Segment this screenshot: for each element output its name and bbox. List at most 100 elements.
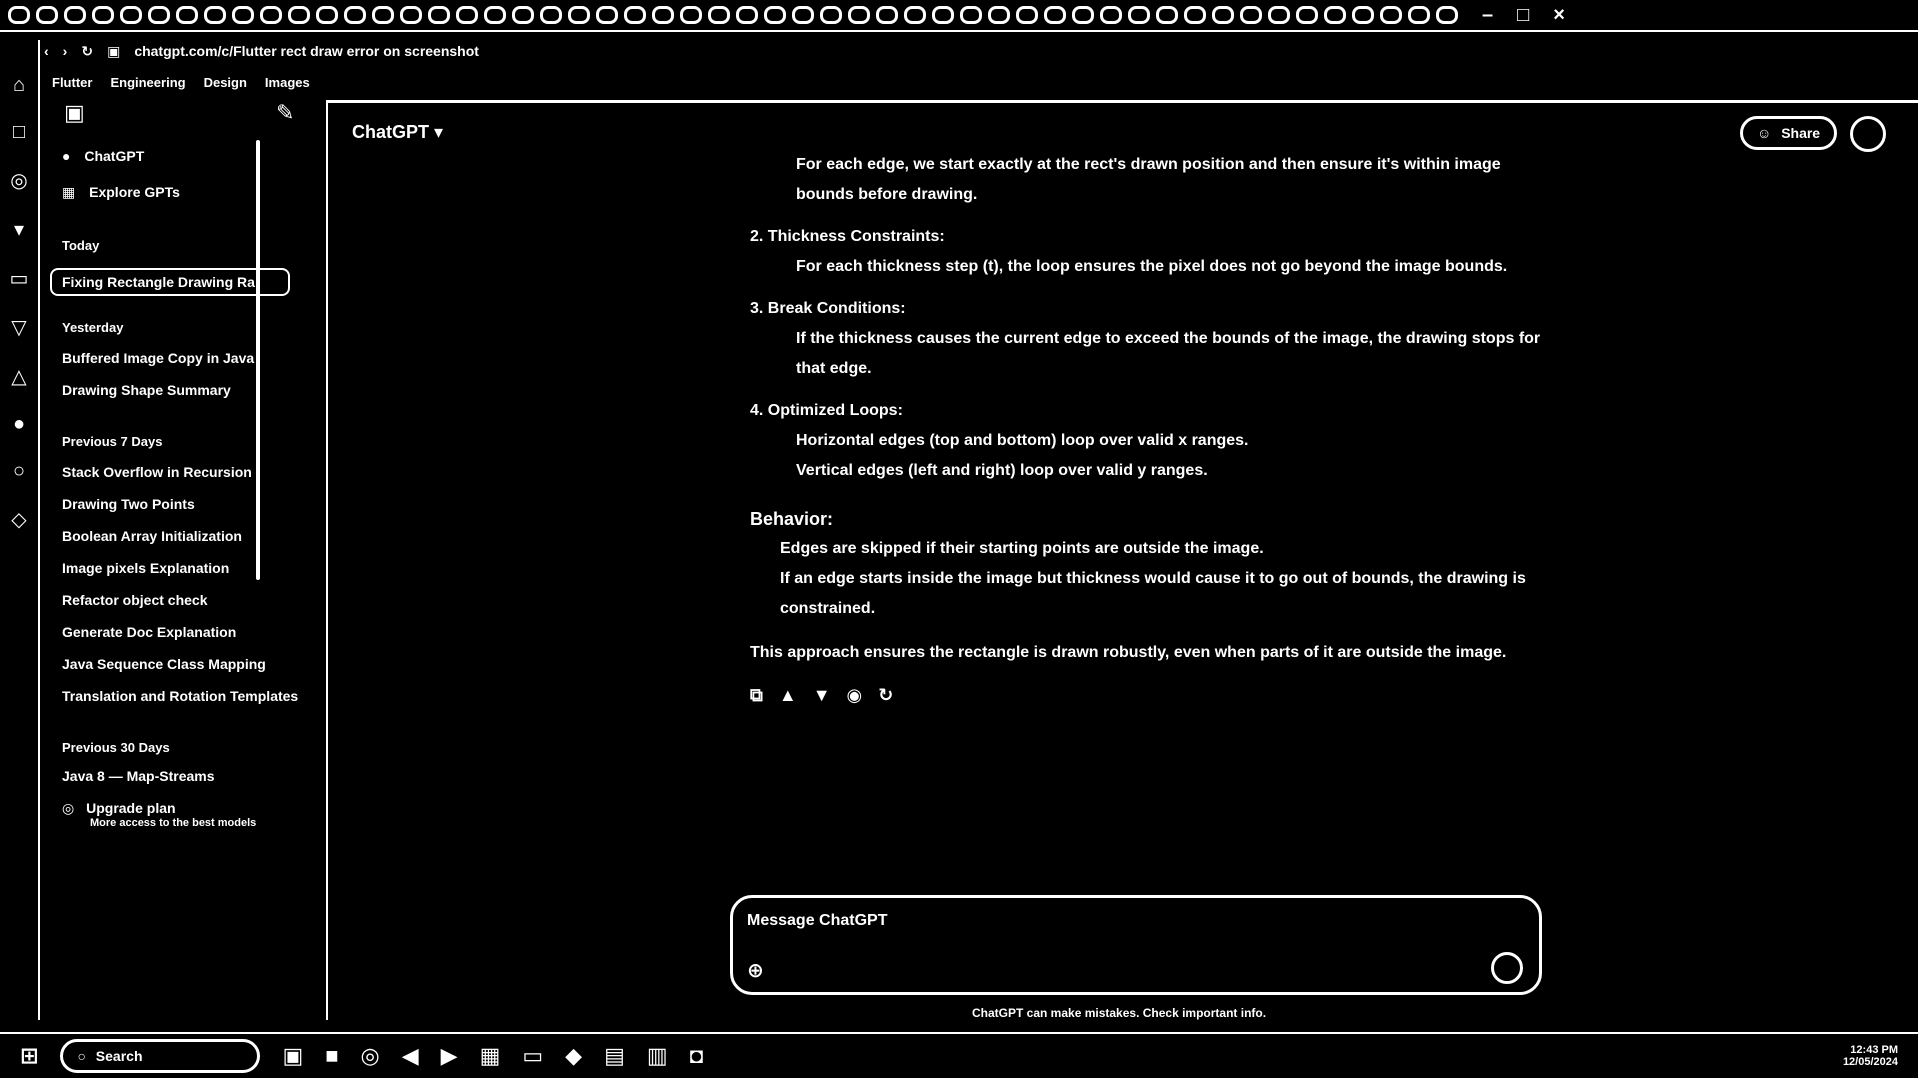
files-icon[interactable]: ■ (325, 1043, 338, 1069)
avatar[interactable] (1850, 116, 1886, 152)
chat-item[interactable]: Boolean Array Initialization (62, 528, 242, 544)
browser-tab[interactable] (848, 6, 870, 24)
chat-item[interactable]: Buffered Image Copy in Java (62, 350, 254, 366)
site-info-icon[interactable]: ▣ (107, 43, 120, 60)
browser-tab[interactable] (1352, 6, 1374, 24)
browser-tab[interactable] (764, 6, 786, 24)
browser-tab[interactable] (876, 6, 898, 24)
browser-tab[interactable] (1100, 6, 1122, 24)
nav-chatgpt[interactable]: ● ChatGPT (62, 148, 144, 164)
bookmark-icon[interactable]: □ (13, 121, 25, 144)
browser-tab[interactable] (8, 6, 30, 24)
browser-tab[interactable] (428, 6, 450, 24)
bookmark-2[interactable]: Design (204, 75, 247, 90)
chat-item[interactable]: Stack Overflow in Recursion (62, 464, 252, 480)
browser-tab[interactable] (596, 6, 618, 24)
share-button[interactable]: ☺ Share (1740, 116, 1838, 150)
browser-tab[interactable] (1156, 6, 1178, 24)
browser-tab[interactable] (176, 6, 198, 24)
browser-tab[interactable] (400, 6, 422, 24)
send-button[interactable] (1491, 952, 1523, 984)
regenerate-icon[interactable]: ↻ (878, 680, 893, 710)
url-text[interactable]: chatgpt.com/c/Flutter rect draw error on… (134, 43, 479, 59)
browser-tab[interactable] (344, 6, 366, 24)
browser-tab[interactable] (1016, 6, 1038, 24)
browser-tab[interactable] (1408, 6, 1430, 24)
task-view-icon[interactable]: ▣ (282, 1043, 303, 1069)
browser-icon[interactable]: ◎ (361, 1043, 380, 1069)
chat-icon[interactable]: ○ (13, 460, 25, 483)
browser-tab[interactable] (1268, 6, 1290, 24)
settings-icon[interactable]: ◇ (11, 507, 26, 532)
mail-icon[interactable]: ▭ (522, 1043, 543, 1069)
chat-app-icon[interactable]: ◘ (690, 1043, 703, 1069)
sidebar-scrollbar[interactable] (256, 140, 260, 580)
browser-tab[interactable] (568, 6, 590, 24)
browser-tab[interactable] (260, 6, 282, 24)
downloads-icon[interactable]: ▾ (14, 217, 24, 242)
browser-tab[interactable] (456, 6, 478, 24)
chat-item[interactable]: Generate Doc Explanation (62, 624, 236, 640)
browser-tab[interactable] (1044, 6, 1066, 24)
browser-tab[interactable] (540, 6, 562, 24)
browser-tab[interactable] (960, 6, 982, 24)
chat-item[interactable]: Translation and Rotation Templates (62, 688, 298, 704)
bookmark-3[interactable]: Images (265, 75, 310, 90)
browser-tab[interactable] (1436, 6, 1458, 24)
window-min-button[interactable]: – (1482, 4, 1493, 27)
browser-tab[interactable] (372, 6, 394, 24)
browser-tab[interactable] (1184, 6, 1206, 24)
browser-tab[interactable] (1072, 6, 1094, 24)
reload-icon[interactable]: ↻ (81, 43, 93, 60)
browser-tab[interactable] (1324, 6, 1346, 24)
browser-tab[interactable] (652, 6, 674, 24)
browser-tab[interactable] (624, 6, 646, 24)
browser-tab[interactable] (792, 6, 814, 24)
browser-tab[interactable] (1296, 6, 1318, 24)
notes-icon[interactable]: ▤ (604, 1043, 625, 1069)
terminal-icon[interactable]: ▶ (441, 1043, 458, 1069)
copy-icon[interactable]: ⧉ (750, 680, 763, 710)
message-composer[interactable]: Message ChatGPT ⊕ (730, 895, 1542, 995)
browser-tab[interactable] (64, 6, 86, 24)
browser-tab[interactable] (1128, 6, 1150, 24)
chat-item[interactable]: Drawing Shape Summary (62, 382, 231, 398)
chat-item[interactable]: Java Sequence Class Mapping (62, 656, 266, 672)
thumbs-down-icon[interactable]: ▼ (813, 680, 831, 710)
window-close-button[interactable]: × (1553, 4, 1565, 27)
new-chat-icon[interactable]: ✎ (276, 100, 294, 126)
vscode-icon[interactable]: ◀ (402, 1043, 419, 1069)
chat-item-active[interactable]: Fixing Rectangle Drawing Ra (50, 268, 290, 296)
bookmark-1[interactable]: Engineering (110, 75, 185, 90)
speaker-icon[interactable]: ◉ (847, 680, 863, 710)
music-icon[interactable]: ● (13, 413, 25, 436)
shield-icon[interactable]: ▽ (11, 315, 26, 340)
browser-tab[interactable] (288, 6, 310, 24)
browser-tab[interactable] (708, 6, 730, 24)
bookmark-0[interactable]: Flutter (52, 75, 92, 90)
forward-icon[interactable]: › (63, 43, 68, 59)
store-icon[interactable]: ▦ (480, 1043, 501, 1069)
browser-tab[interactable] (232, 6, 254, 24)
system-clock[interactable]: 12:43 PM 12/05/2024 (1843, 1044, 1898, 1068)
browser-tab[interactable] (484, 6, 506, 24)
browser-tab[interactable] (1212, 6, 1234, 24)
browser-tab[interactable] (820, 6, 842, 24)
chat-item[interactable]: Refactor object check (62, 592, 208, 608)
back-icon[interactable]: ‹ (44, 43, 49, 59)
start-icon[interactable]: ⊞ (20, 1043, 38, 1069)
apps-icon[interactable]: △ (11, 364, 26, 389)
browser-tab[interactable] (1380, 6, 1402, 24)
message-input[interactable]: Message ChatGPT (747, 912, 887, 930)
sidebar-toggle-icon[interactable]: ▣ (64, 100, 85, 126)
upgrade-plan-button[interactable]: ◎ Upgrade plan More access to the best m… (62, 800, 256, 829)
model-selector[interactable]: ChatGPT ▾ (352, 122, 443, 143)
browser-tab[interactable] (204, 6, 226, 24)
browser-tab[interactable] (988, 6, 1010, 24)
browser-tab[interactable] (904, 6, 926, 24)
browser-tab[interactable] (36, 6, 58, 24)
chat-item[interactable]: Drawing Two Points (62, 496, 195, 512)
git-icon[interactable]: ◆ (565, 1043, 582, 1069)
browser-tab[interactable] (92, 6, 114, 24)
browser-tab[interactable] (316, 6, 338, 24)
